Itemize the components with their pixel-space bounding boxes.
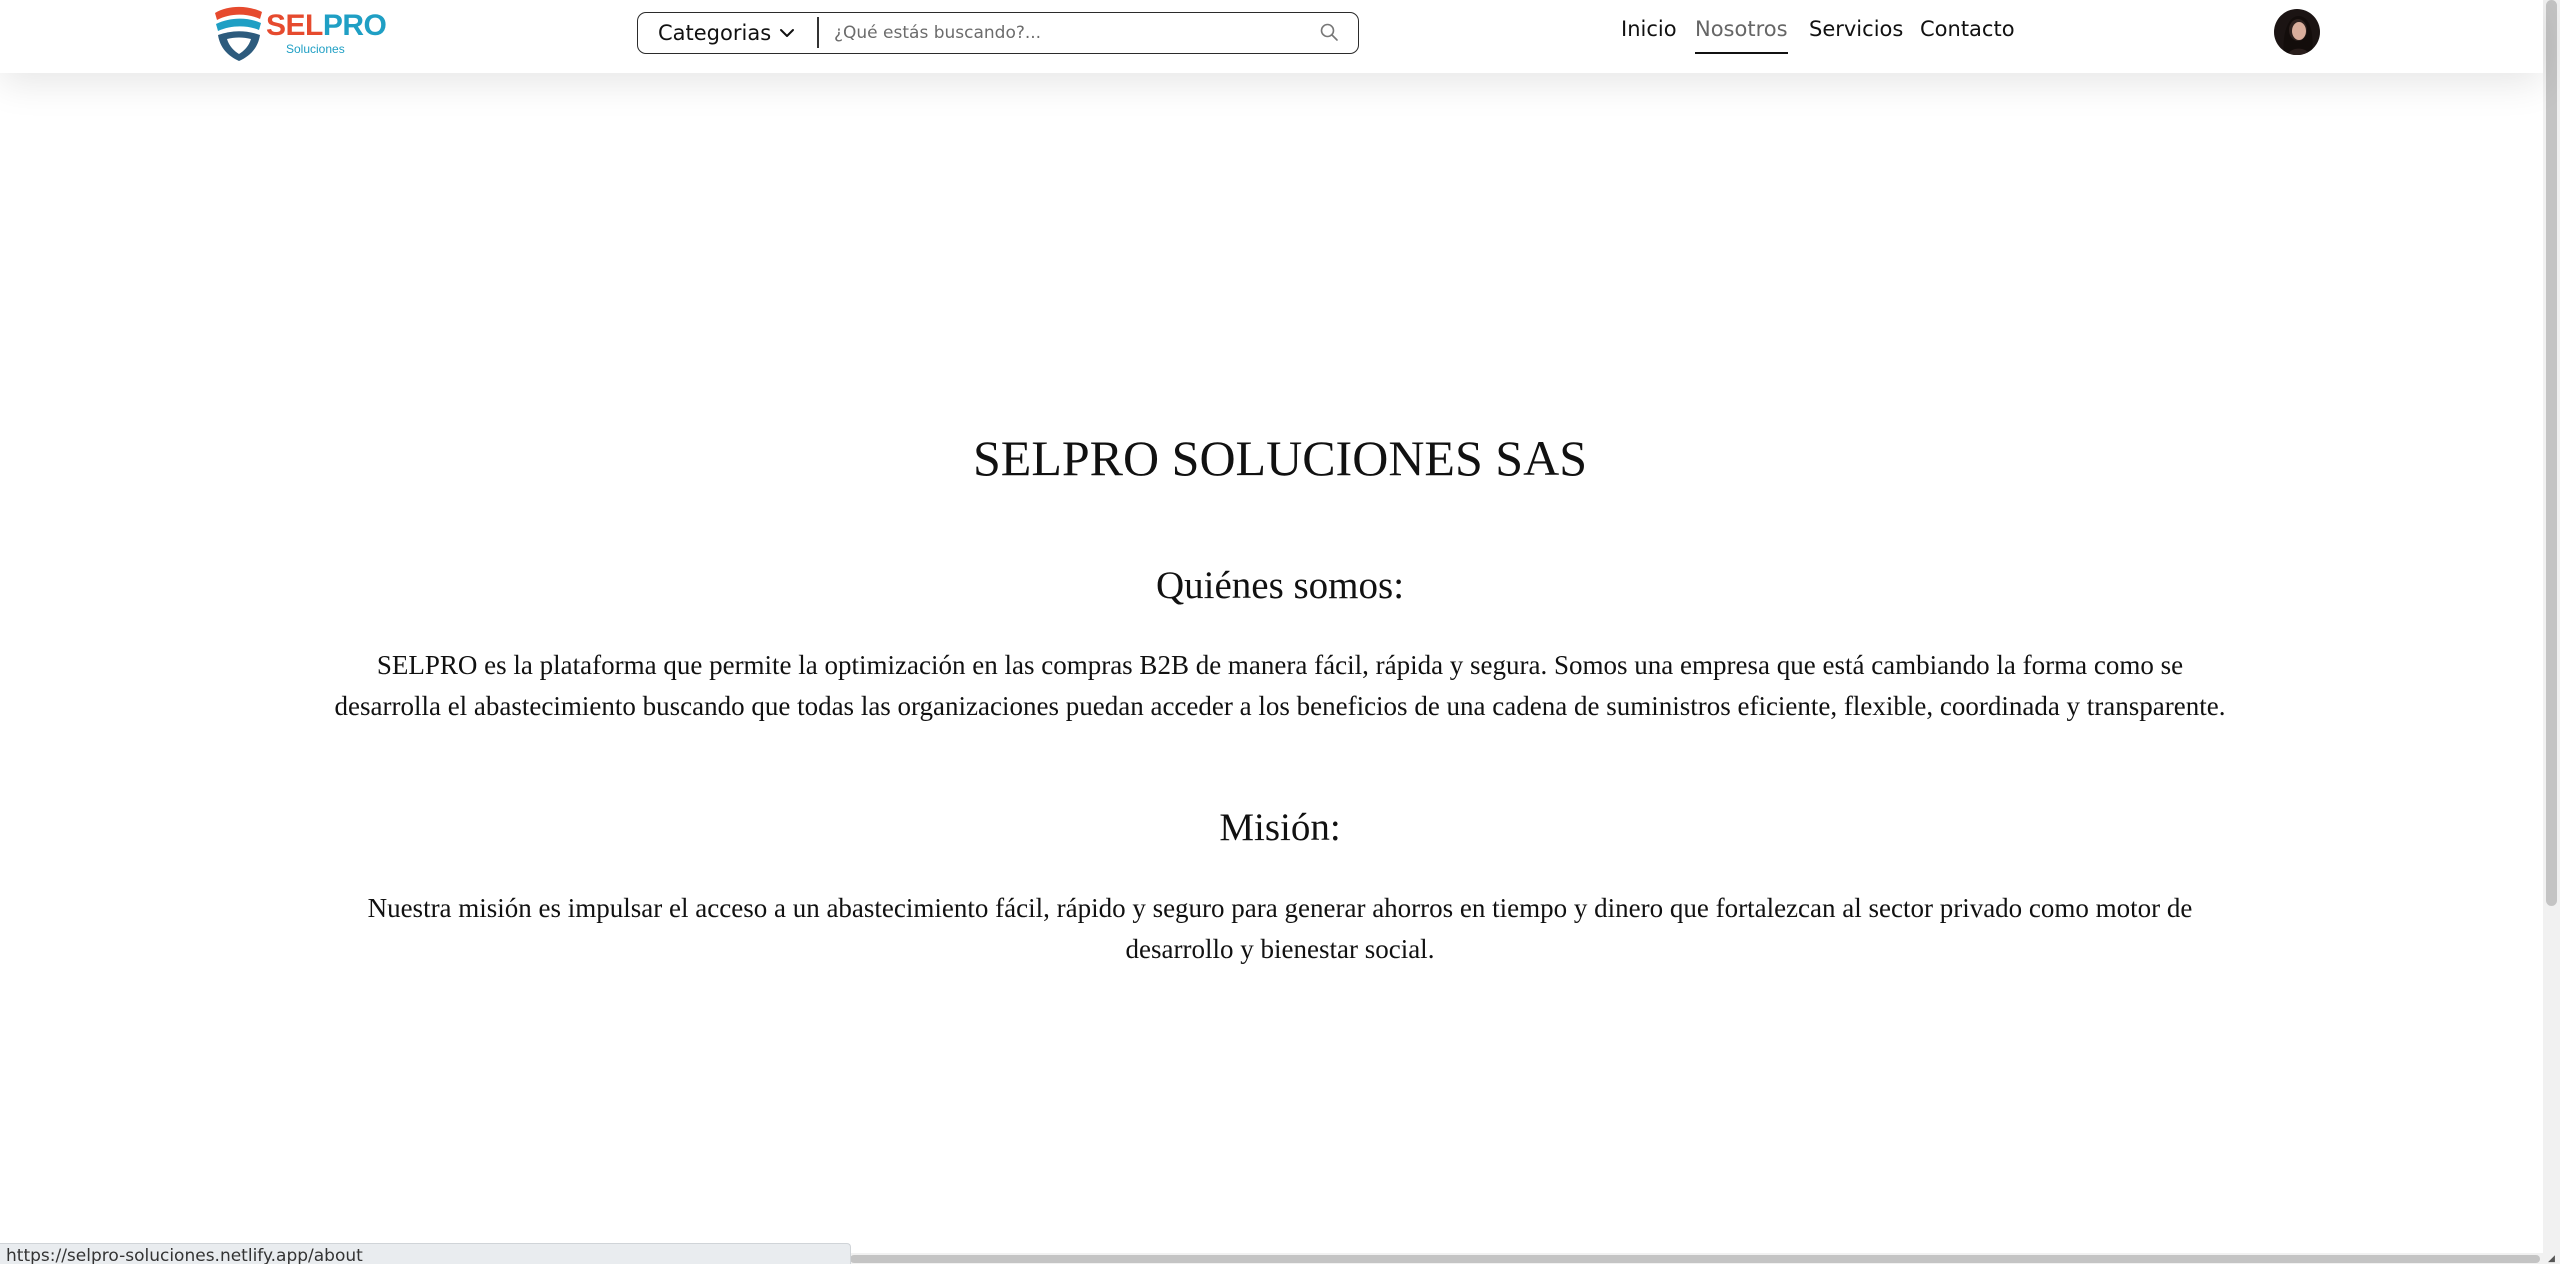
vertical-scrollbar-thumb[interactable]: [2546, 0, 2557, 906]
mission-paragraph: Nuestra misión es impulsar el acceso a u…: [367, 893, 2193, 964]
link-status-bar: https://selpro-soluciones.netlify.app/ab…: [0, 1243, 851, 1264]
selpro-logo[interactable]: SELPRO Soluciones: [210, 4, 387, 62]
search-divider: [817, 17, 819, 48]
search-bar: Categorias: [637, 12, 1359, 54]
nav-item-servicios[interactable]: Servicios: [1809, 14, 1903, 46]
logo-tagline: Soluciones: [286, 42, 345, 56]
nav-item-inicio[interactable]: Inicio: [1621, 14, 1677, 46]
avatar-photo-icon: [2274, 9, 2320, 55]
scroll-corner-arrow-icon: ◢: [2548, 1254, 2555, 1264]
horizontal-scrollbar-thumb[interactable]: [850, 1255, 2540, 1263]
user-avatar[interactable]: [2274, 9, 2320, 55]
search-input[interactable]: [828, 15, 1298, 50]
top-navbar: SELPRO Soluciones Categorias Inicio Noso…: [0, 0, 2543, 73]
selpro-shield-logo-icon: [215, 6, 262, 61]
search-icon[interactable]: [1318, 21, 1340, 43]
logo-wordmark: SELPRO: [266, 9, 387, 42]
nav-item-nosotros[interactable]: Nosotros: [1695, 14, 1788, 54]
mission-heading: Misión:: [1219, 806, 1341, 849]
chevron-down-icon: [780, 29, 794, 37]
page-title: SELPRO SOLUCIONES SAS: [972, 430, 1587, 486]
nav-item-contacto[interactable]: Contacto: [1920, 14, 2015, 46]
categories-label: Categorias: [658, 20, 772, 45]
categories-dropdown[interactable]: Categorias: [638, 13, 818, 52]
vertical-scrollbar[interactable]: [2543, 0, 2560, 1264]
about-paragraph: SELPRO es la plataforma que permite la o…: [334, 650, 2226, 721]
about-page-content: SELPRO SOLUCIONES SAS Quiénes somos: SEL…: [0, 73, 2543, 1253]
about-heading: Quiénes somos:: [1155, 564, 1405, 607]
